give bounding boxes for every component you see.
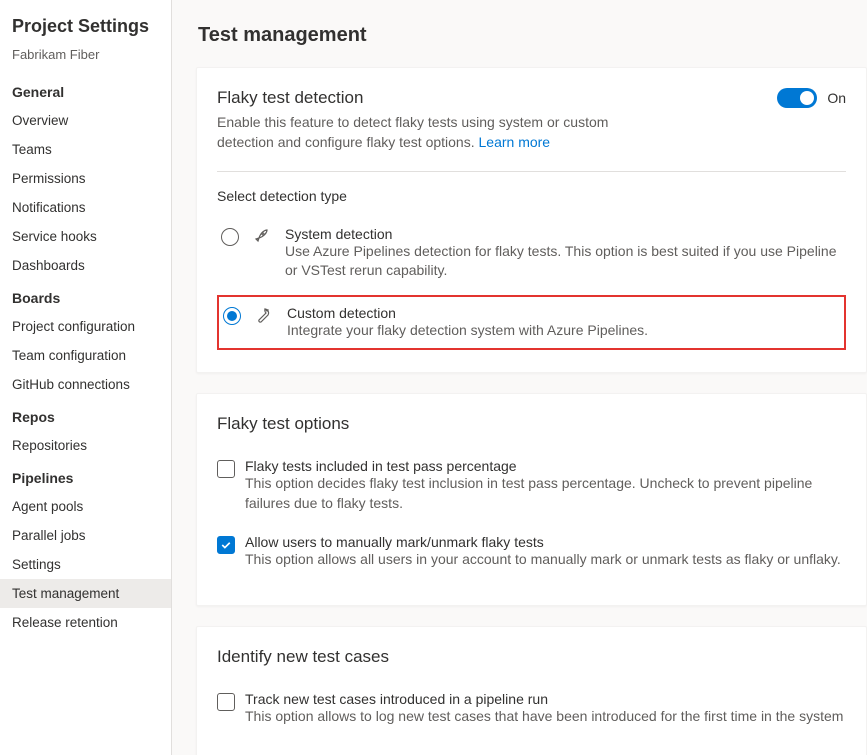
- learn-more-link[interactable]: Learn more: [479, 134, 551, 150]
- sidebar-subtitle: Fabrikam Fiber: [0, 43, 171, 74]
- sidebar: Project Settings Fabrikam Fiber General …: [0, 0, 172, 755]
- check-i1-title: Track new test cases introduced in a pip…: [245, 691, 846, 707]
- detection-type-label: Select detection type: [217, 188, 846, 204]
- flaky-toggle[interactable]: [777, 88, 817, 108]
- radio-system[interactable]: [221, 228, 239, 246]
- sidebar-item-repositories[interactable]: Repositories: [0, 431, 171, 460]
- sidebar-item-service-hooks[interactable]: Service hooks: [0, 222, 171, 251]
- check-include-pass-pct[interactable]: Flaky tests included in test pass percen…: [217, 452, 846, 527]
- divider: [217, 171, 846, 172]
- sidebar-item-agent-pools[interactable]: Agent pools: [0, 492, 171, 521]
- radio-custom[interactable]: [223, 307, 241, 325]
- checkbox-track-new[interactable]: [217, 693, 235, 711]
- sidebar-item-team-configuration[interactable]: Team configuration: [0, 341, 171, 370]
- options-title: Flaky test options: [217, 414, 846, 434]
- check-c2-title: Allow users to manually mark/unmark flak…: [245, 534, 846, 550]
- sidebar-item-notifications[interactable]: Notifications: [0, 193, 171, 222]
- sidebar-group-pipelines: Pipelines: [0, 460, 171, 492]
- sidebar-item-dashboards[interactable]: Dashboards: [0, 251, 171, 280]
- check-c1-title: Flaky tests included in test pass percen…: [245, 458, 846, 474]
- sidebar-item-github-connections[interactable]: GitHub connections: [0, 370, 171, 399]
- flaky-desc: Enable this feature to detect flaky test…: [217, 112, 657, 153]
- sidebar-item-permissions[interactable]: Permissions: [0, 164, 171, 193]
- toggle-knob: [800, 91, 814, 105]
- main-content: Test management Flaky test detection Ena…: [172, 0, 867, 755]
- toggle-state-label: On: [827, 90, 846, 106]
- radio-system-detection[interactable]: System detection Use Azure Pipelines det…: [217, 218, 846, 291]
- flaky-title: Flaky test detection: [217, 88, 657, 108]
- radio-system-desc: Use Azure Pipelines detection for flaky …: [285, 242, 842, 281]
- check-i1-desc: This option allows to log new test cases…: [245, 707, 846, 727]
- sidebar-item-test-management[interactable]: Test management: [0, 579, 171, 608]
- radio-system-title: System detection: [285, 226, 842, 242]
- check-manual-mark[interactable]: Allow users to manually mark/unmark flak…: [217, 528, 846, 584]
- sidebar-item-release-retention[interactable]: Release retention: [0, 608, 171, 637]
- sidebar-item-teams[interactable]: Teams: [0, 135, 171, 164]
- check-c2-desc: This option allows all users in your acc…: [245, 550, 846, 570]
- sidebar-group-general: General: [0, 74, 171, 106]
- sidebar-group-repos: Repos: [0, 399, 171, 431]
- checkbox-include-pass[interactable]: [217, 460, 235, 478]
- radio-custom-title: Custom detection: [287, 305, 840, 321]
- rocket-icon: [253, 228, 271, 247]
- wrench-icon: [255, 307, 273, 326]
- sidebar-item-settings[interactable]: Settings: [0, 550, 171, 579]
- identify-title: Identify new test cases: [217, 647, 846, 667]
- radio-custom-detection[interactable]: Custom detection Integrate your flaky de…: [217, 295, 846, 351]
- sidebar-item-project-configuration[interactable]: Project configuration: [0, 312, 171, 341]
- flaky-toggle-wrap: On: [777, 88, 846, 108]
- check-c1-desc: This option decides flaky test inclusion…: [245, 474, 846, 513]
- sidebar-item-parallel-jobs[interactable]: Parallel jobs: [0, 521, 171, 550]
- check-track-new[interactable]: Track new test cases introduced in a pip…: [217, 685, 846, 741]
- card-flaky-options: Flaky test options Flaky tests included …: [196, 393, 867, 606]
- sidebar-item-overview[interactable]: Overview: [0, 106, 171, 135]
- checkbox-manual-mark[interactable]: [217, 536, 235, 554]
- radio-custom-desc: Integrate your flaky detection system wi…: [287, 321, 840, 341]
- card-flaky-detection: Flaky test detection Enable this feature…: [196, 67, 867, 373]
- page-title: Test management: [172, 16, 867, 67]
- card-identify-new: Identify new test cases Track new test c…: [196, 626, 867, 755]
- sidebar-group-boards: Boards: [0, 280, 171, 312]
- sidebar-title: Project Settings: [0, 10, 171, 43]
